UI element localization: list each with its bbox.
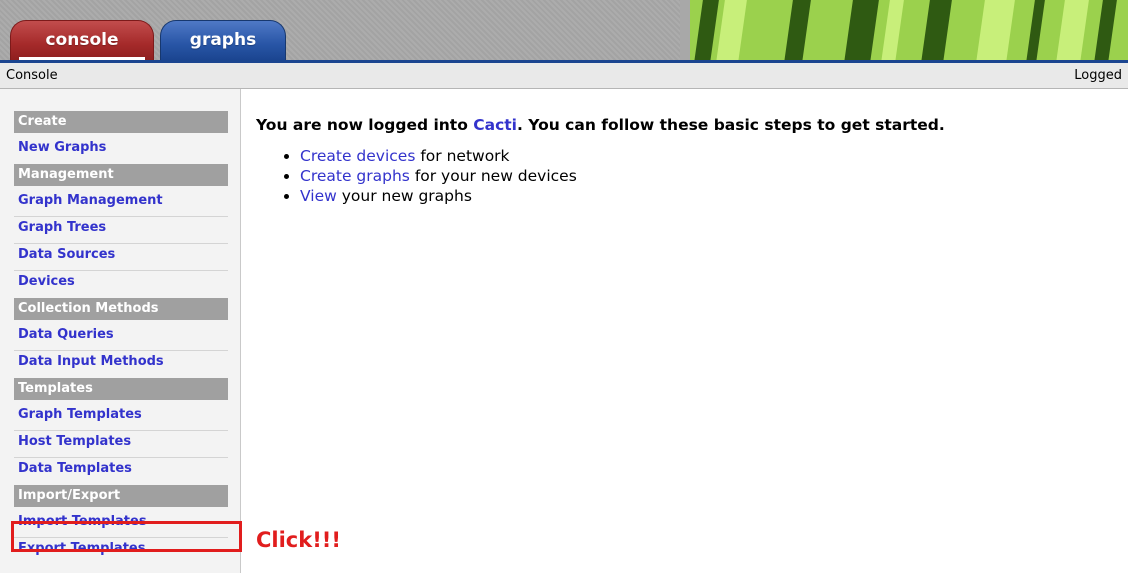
- top-header: console graphs: [0, 0, 1128, 60]
- menu-item-new-graphs[interactable]: New Graphs: [14, 137, 228, 164]
- breadcrumb-bar: Console Logged: [0, 63, 1128, 89]
- cacti-console-page: console graphs Console Logged Create New…: [0, 0, 1128, 573]
- getting-started-list: Create devices for network Create graphs…: [256, 146, 1126, 206]
- menu-item-data-input-methods[interactable]: Data Input Methods: [14, 351, 228, 378]
- step-text: your new graphs: [336, 187, 472, 205]
- menu-header-management: Management: [14, 164, 228, 186]
- breadcrumb: Console: [6, 68, 58, 83]
- menu-item-data-sources[interactable]: Data Sources: [14, 244, 228, 271]
- menu-item-graph-trees[interactable]: Graph Trees: [14, 217, 228, 244]
- highlight-box: [11, 521, 242, 552]
- welcome-message: You are now logged into Cacti. You can f…: [256, 116, 1126, 134]
- step-text: for network: [415, 147, 510, 165]
- cacti-link[interactable]: Cacti: [473, 116, 517, 134]
- menu-header-collection-methods: Collection Methods: [14, 298, 228, 320]
- list-item: Create graphs for your new devices: [300, 166, 1126, 186]
- view-link[interactable]: View: [300, 187, 337, 205]
- menu-header-templates: Templates: [14, 378, 228, 400]
- tab-graphs[interactable]: graphs: [160, 20, 286, 60]
- menu-header-import-export: Import/Export: [14, 485, 228, 507]
- tab-console-label: console: [45, 30, 119, 50]
- menu-item-data-queries[interactable]: Data Queries: [14, 324, 228, 351]
- welcome-text-end: . You can follow these basic steps to ge…: [517, 116, 945, 134]
- list-item: View your new graphs: [300, 186, 1126, 206]
- create-graphs-link[interactable]: Create graphs: [300, 167, 410, 185]
- login-status: Logged: [1074, 68, 1122, 83]
- cactus-banner-graphic: [680, 0, 1128, 60]
- step-text: for your new devices: [409, 167, 577, 185]
- sidebar: Create New Graphs Management Graph Manag…: [0, 89, 241, 573]
- sidebar-menu: Create New Graphs Management Graph Manag…: [14, 111, 228, 565]
- list-item: Create devices for network: [300, 146, 1126, 166]
- tab-graphs-label: graphs: [189, 30, 257, 50]
- menu-item-graph-management[interactable]: Graph Management: [14, 190, 228, 217]
- menu-item-devices[interactable]: Devices: [14, 271, 228, 298]
- main-content: You are now logged into Cacti. You can f…: [256, 116, 1126, 206]
- click-annotation: Click!!!: [256, 528, 341, 552]
- welcome-text-start: You are now logged into: [256, 116, 474, 134]
- tab-console[interactable]: console: [10, 20, 154, 60]
- menu-item-data-templates[interactable]: Data Templates: [14, 458, 228, 485]
- create-devices-link[interactable]: Create devices: [300, 147, 415, 165]
- menu-item-host-templates[interactable]: Host Templates: [14, 431, 228, 458]
- menu-item-graph-templates[interactable]: Graph Templates: [14, 404, 228, 431]
- menu-header-create: Create: [14, 111, 228, 133]
